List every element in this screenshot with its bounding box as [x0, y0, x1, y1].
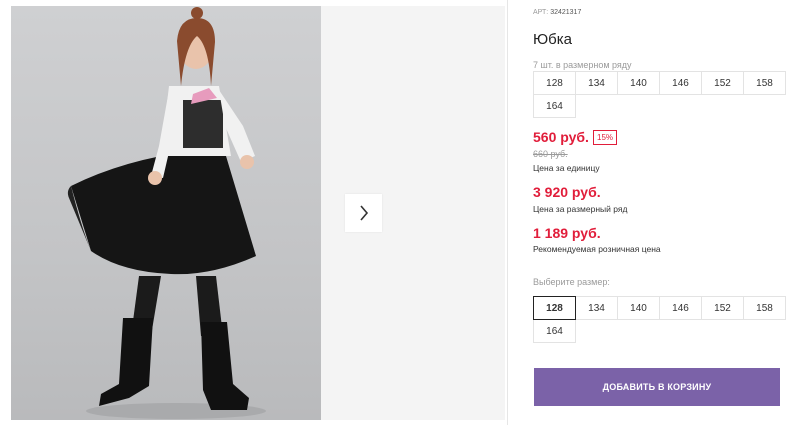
size-row-grid: 128 134 140 146 152 158 164 [533, 71, 786, 118]
product-photo[interactable] [11, 6, 321, 420]
product-photo-illustration [67, 7, 266, 419]
product-title: Юбка [533, 31, 572, 48]
size-option[interactable]: 140 [617, 296, 660, 320]
product-gallery [0, 0, 508, 425]
size-row-price-caption: Цена за размерный ряд [533, 204, 628, 214]
old-price: 660 руб. [533, 149, 568, 159]
article-value: 32421317 [550, 9, 582, 16]
chevron-right-icon [359, 205, 368, 221]
discount-badge: 15% [593, 130, 618, 145]
size-row-note: 7 шт. в размерном ряду [533, 60, 632, 70]
size-row-cell: 152 [701, 71, 744, 95]
rrp-price: 1 189 руб. [533, 225, 601, 241]
article-number: АРТ: 32421317 [533, 9, 581, 16]
size-option[interactable]: 146 [659, 296, 702, 320]
size-row-cell: 146 [659, 71, 702, 95]
article-label: АРТ: [533, 9, 549, 16]
rrp-price-caption: Рекомендуемая розничная цена [533, 244, 661, 254]
choose-size-label: Выберите размер: [533, 277, 610, 287]
size-row-cell: 164 [533, 94, 576, 118]
size-row-cell: 128 [533, 71, 576, 95]
size-selector: 128 134 140 146 152 158 164 [533, 296, 786, 343]
size-row-cell: 140 [617, 71, 660, 95]
unit-price: 560 руб. [533, 129, 589, 145]
add-to-cart-button[interactable]: ДОБАВИТЬ В КОРЗИНУ [534, 368, 780, 406]
unit-price-caption: Цена за единицу [533, 163, 600, 173]
size-row-cell: 158 [743, 71, 786, 95]
size-option[interactable]: 158 [743, 296, 786, 320]
size-option[interactable]: 164 [533, 319, 576, 343]
size-option-selected[interactable]: 128 [533, 296, 576, 320]
size-option[interactable]: 134 [575, 296, 618, 320]
next-image-button[interactable] [345, 194, 382, 232]
size-row-cell: 134 [575, 71, 618, 95]
size-row-price: 3 920 руб. [533, 184, 601, 200]
size-option[interactable]: 152 [701, 296, 744, 320]
